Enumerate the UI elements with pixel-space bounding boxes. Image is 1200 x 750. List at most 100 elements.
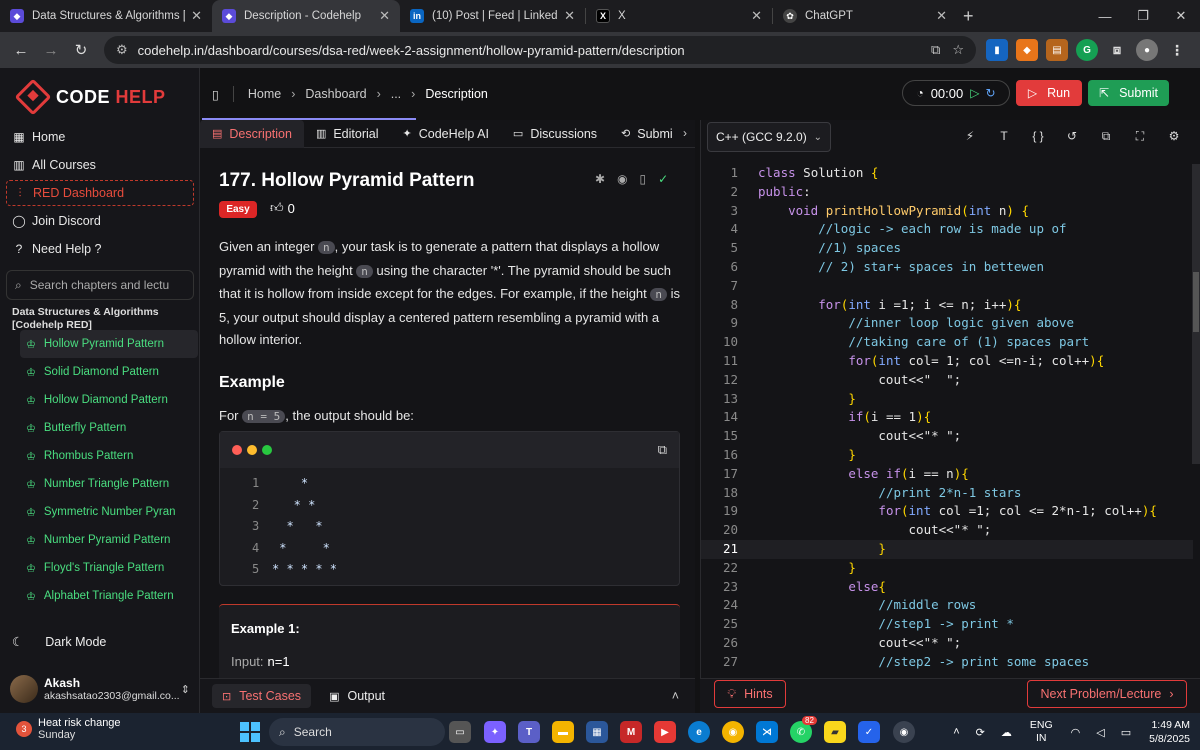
code-line[interactable]: 18 //print 2*n-1 stars bbox=[701, 484, 1193, 503]
problem-list-item[interactable]: ♔ Hollow Diamond Pattern bbox=[20, 386, 198, 414]
vscode-icon[interactable]: ⋊ bbox=[756, 721, 778, 743]
code-text[interactable]: if(i == 1){ bbox=[738, 408, 931, 427]
problem-list-item[interactable]: ♔ Floyd's Triangle Pattern bbox=[20, 554, 198, 582]
code-line[interactable]: 23 else{ bbox=[701, 578, 1193, 597]
extensions-puzzle-icon[interactable]: ⧈ bbox=[1106, 39, 1128, 61]
menu-dots-icon[interactable]: ⋮ bbox=[1166, 39, 1188, 61]
braces-icon[interactable]: { } bbox=[1021, 129, 1055, 144]
code-line[interactable]: 27 //step2 -> print some spaces bbox=[701, 653, 1193, 672]
code-text[interactable]: for(int i =1; i <= n; i++){ bbox=[738, 296, 1021, 315]
todo-icon[interactable]: ✓ bbox=[858, 721, 880, 743]
next-problem-button[interactable]: Next Problem/Lecture › bbox=[1027, 680, 1187, 708]
minimize-icon[interactable]: — bbox=[1086, 0, 1124, 32]
code-text[interactable]: void printHollowPyramid(int n) { bbox=[738, 202, 1029, 221]
problem-list-item[interactable]: ♔ Symmetric Number Pyran bbox=[20, 498, 198, 526]
code-line[interactable]: 24 //middle rows bbox=[701, 596, 1193, 615]
code-line[interactable]: 21 } bbox=[701, 539, 1193, 559]
reset-code-icon[interactable]: ↺ bbox=[1055, 129, 1089, 144]
volume-icon[interactable]: ◁ bbox=[1096, 726, 1104, 739]
browser-tab[interactable]: ✿ ChatGPT ✕ bbox=[773, 0, 957, 32]
code-text[interactable]: cout<<" "; bbox=[738, 371, 961, 390]
code-text[interactable]: } bbox=[738, 559, 856, 578]
sticky-notes-icon[interactable]: ▰ bbox=[824, 721, 846, 743]
edge-icon[interactable]: e bbox=[688, 721, 710, 743]
scrollbar-thumb[interactable] bbox=[1193, 272, 1199, 332]
bookmark-icon[interactable]: ▯ bbox=[640, 172, 647, 186]
magic-wand-icon[interactable]: ⚡︎ bbox=[953, 129, 987, 144]
chevron-right-icon[interactable]: › bbox=[683, 126, 687, 140]
sync-icon[interactable]: ⟳ bbox=[976, 726, 985, 739]
close-tab-icon[interactable]: ✕ bbox=[936, 8, 947, 24]
browser-tab[interactable]: ◆ Data Structures & Algorithms [C ✕ bbox=[0, 0, 212, 32]
language-indicator[interactable]: ENG IN bbox=[1030, 719, 1053, 745]
task-view-icon[interactable]: ▭ bbox=[449, 721, 471, 743]
code-text[interactable]: class Solution { bbox=[738, 164, 878, 183]
code-line[interactable]: 16 } bbox=[701, 446, 1193, 465]
store-icon[interactable]: ▦ bbox=[586, 721, 608, 743]
teams-icon[interactable]: T bbox=[518, 721, 540, 743]
problem-list-item[interactable]: ♔ Solid Diamond Pattern bbox=[20, 358, 198, 386]
breadcrumb-home[interactable]: Home bbox=[248, 87, 281, 101]
code-line[interactable]: 15 cout<<"* "; bbox=[701, 427, 1193, 446]
sidebar-item-red-dashboard[interactable]: ⫶ RED Dashboard bbox=[6, 180, 194, 206]
like-button[interactable]: 👍︎ 0 bbox=[270, 200, 295, 216]
code-text[interactable]: else{ bbox=[738, 578, 886, 597]
code-text[interactable] bbox=[738, 277, 758, 296]
code-text[interactable]: } bbox=[738, 390, 856, 409]
profile-icon[interactable]: ● bbox=[1136, 39, 1158, 61]
tab-test-cases[interactable]: ⊡ Test Cases bbox=[212, 684, 312, 708]
code-line[interactable]: 8 for(int i =1; i <= n; i++){ bbox=[701, 296, 1193, 315]
chevron-up-icon[interactable]: ˄ bbox=[953, 726, 959, 738]
tab-output[interactable]: ▣ Output bbox=[319, 684, 395, 708]
code-text[interactable]: cout<<"* "; bbox=[738, 427, 961, 446]
bookmark-star-icon[interactable]: ☆ bbox=[952, 42, 964, 58]
sidebar-item-home[interactable]: ▦ Home bbox=[6, 124, 194, 150]
code-line[interactable]: 7 bbox=[701, 277, 1193, 296]
browser-tab-active[interactable]: ◆ Description - Codehelp ✕ bbox=[212, 0, 400, 32]
font-size-icon[interactable]: T bbox=[987, 129, 1021, 144]
code-text[interactable]: //step2 -> print some spaces bbox=[738, 653, 1089, 672]
extension-icon[interactable]: ▮ bbox=[986, 39, 1008, 61]
eye-icon[interactable]: ◉ bbox=[617, 172, 627, 186]
problem-list-item[interactable]: ♔ Butterfly Pattern bbox=[20, 414, 198, 442]
code-text[interactable]: //print 2*n-1 stars bbox=[738, 484, 1021, 503]
codehelp-logo[interactable]: CODE HELP bbox=[14, 78, 166, 116]
play-icon[interactable]: ▷ bbox=[970, 86, 979, 100]
sidebar-item-join-discord[interactable]: ◯ Join Discord bbox=[6, 208, 194, 234]
chrome-profile-icon[interactable]: ◉ bbox=[893, 721, 915, 743]
tab-discussions[interactable]: ▭ Discussions bbox=[501, 120, 609, 148]
cloud-icon[interactable]: ☁ bbox=[1001, 726, 1012, 739]
code-text[interactable]: cout<<"* "; bbox=[738, 521, 992, 540]
hints-button[interactable]: 💡︎ Hints bbox=[714, 680, 786, 708]
file-explorer-icon[interactable]: ▬ bbox=[552, 721, 574, 743]
code-text[interactable]: //step1 -> print * bbox=[738, 615, 1013, 634]
chapter-search-input[interactable]: ⌕ Search chapters and lectu bbox=[6, 270, 194, 300]
clock[interactable]: 1:49 AM 5/8/2025 bbox=[1149, 718, 1190, 746]
chrome-icon[interactable]: ◉ bbox=[722, 721, 744, 743]
wifi-icon[interactable]: ◠ bbox=[1071, 726, 1081, 739]
chevron-up-icon[interactable]: ˄ bbox=[672, 689, 679, 703]
code-line[interactable]: 13 } bbox=[701, 390, 1193, 409]
back-icon[interactable]: ← bbox=[8, 37, 34, 63]
code-line[interactable]: 22 } bbox=[701, 559, 1193, 578]
problem-list-item[interactable]: ♔ Number Pyramid Pattern bbox=[20, 526, 198, 554]
code-line[interactable]: 12 cout<<" "; bbox=[701, 371, 1193, 390]
close-tab-icon[interactable]: ✕ bbox=[379, 8, 390, 24]
url-bar[interactable]: ⚙ codehelp.in/dashboard/courses/dsa-red/… bbox=[104, 36, 976, 64]
language-select[interactable]: C++ (GCC 9.2.0) ⌄ bbox=[707, 122, 831, 152]
close-tab-icon[interactable]: ✕ bbox=[191, 8, 202, 24]
code-line[interactable]: 14 if(i == 1){ bbox=[701, 408, 1193, 427]
code-text[interactable]: else if(i == n){ bbox=[738, 465, 968, 484]
metamask-icon[interactable]: ◆ bbox=[1016, 39, 1038, 61]
code-text[interactable]: //taking care of (1) spaces part bbox=[738, 333, 1089, 352]
battery-icon[interactable]: ▭ bbox=[1121, 726, 1131, 739]
problem-list-item[interactable]: ♔ Rhombus Pattern bbox=[20, 442, 198, 470]
code-text[interactable]: cout<<"* "; bbox=[738, 634, 961, 653]
code-text[interactable]: } bbox=[738, 446, 856, 465]
new-tab-button[interactable]: + bbox=[963, 6, 974, 27]
taskbar-search[interactable]: ⌕ Search bbox=[269, 718, 445, 746]
code-text[interactable]: //middle rows bbox=[738, 596, 976, 615]
reload-icon[interactable]: ↻ bbox=[68, 37, 94, 63]
maximize-icon[interactable]: ❐ bbox=[1124, 0, 1162, 32]
site-settings-icon[interactable]: ⚙ bbox=[116, 42, 128, 58]
